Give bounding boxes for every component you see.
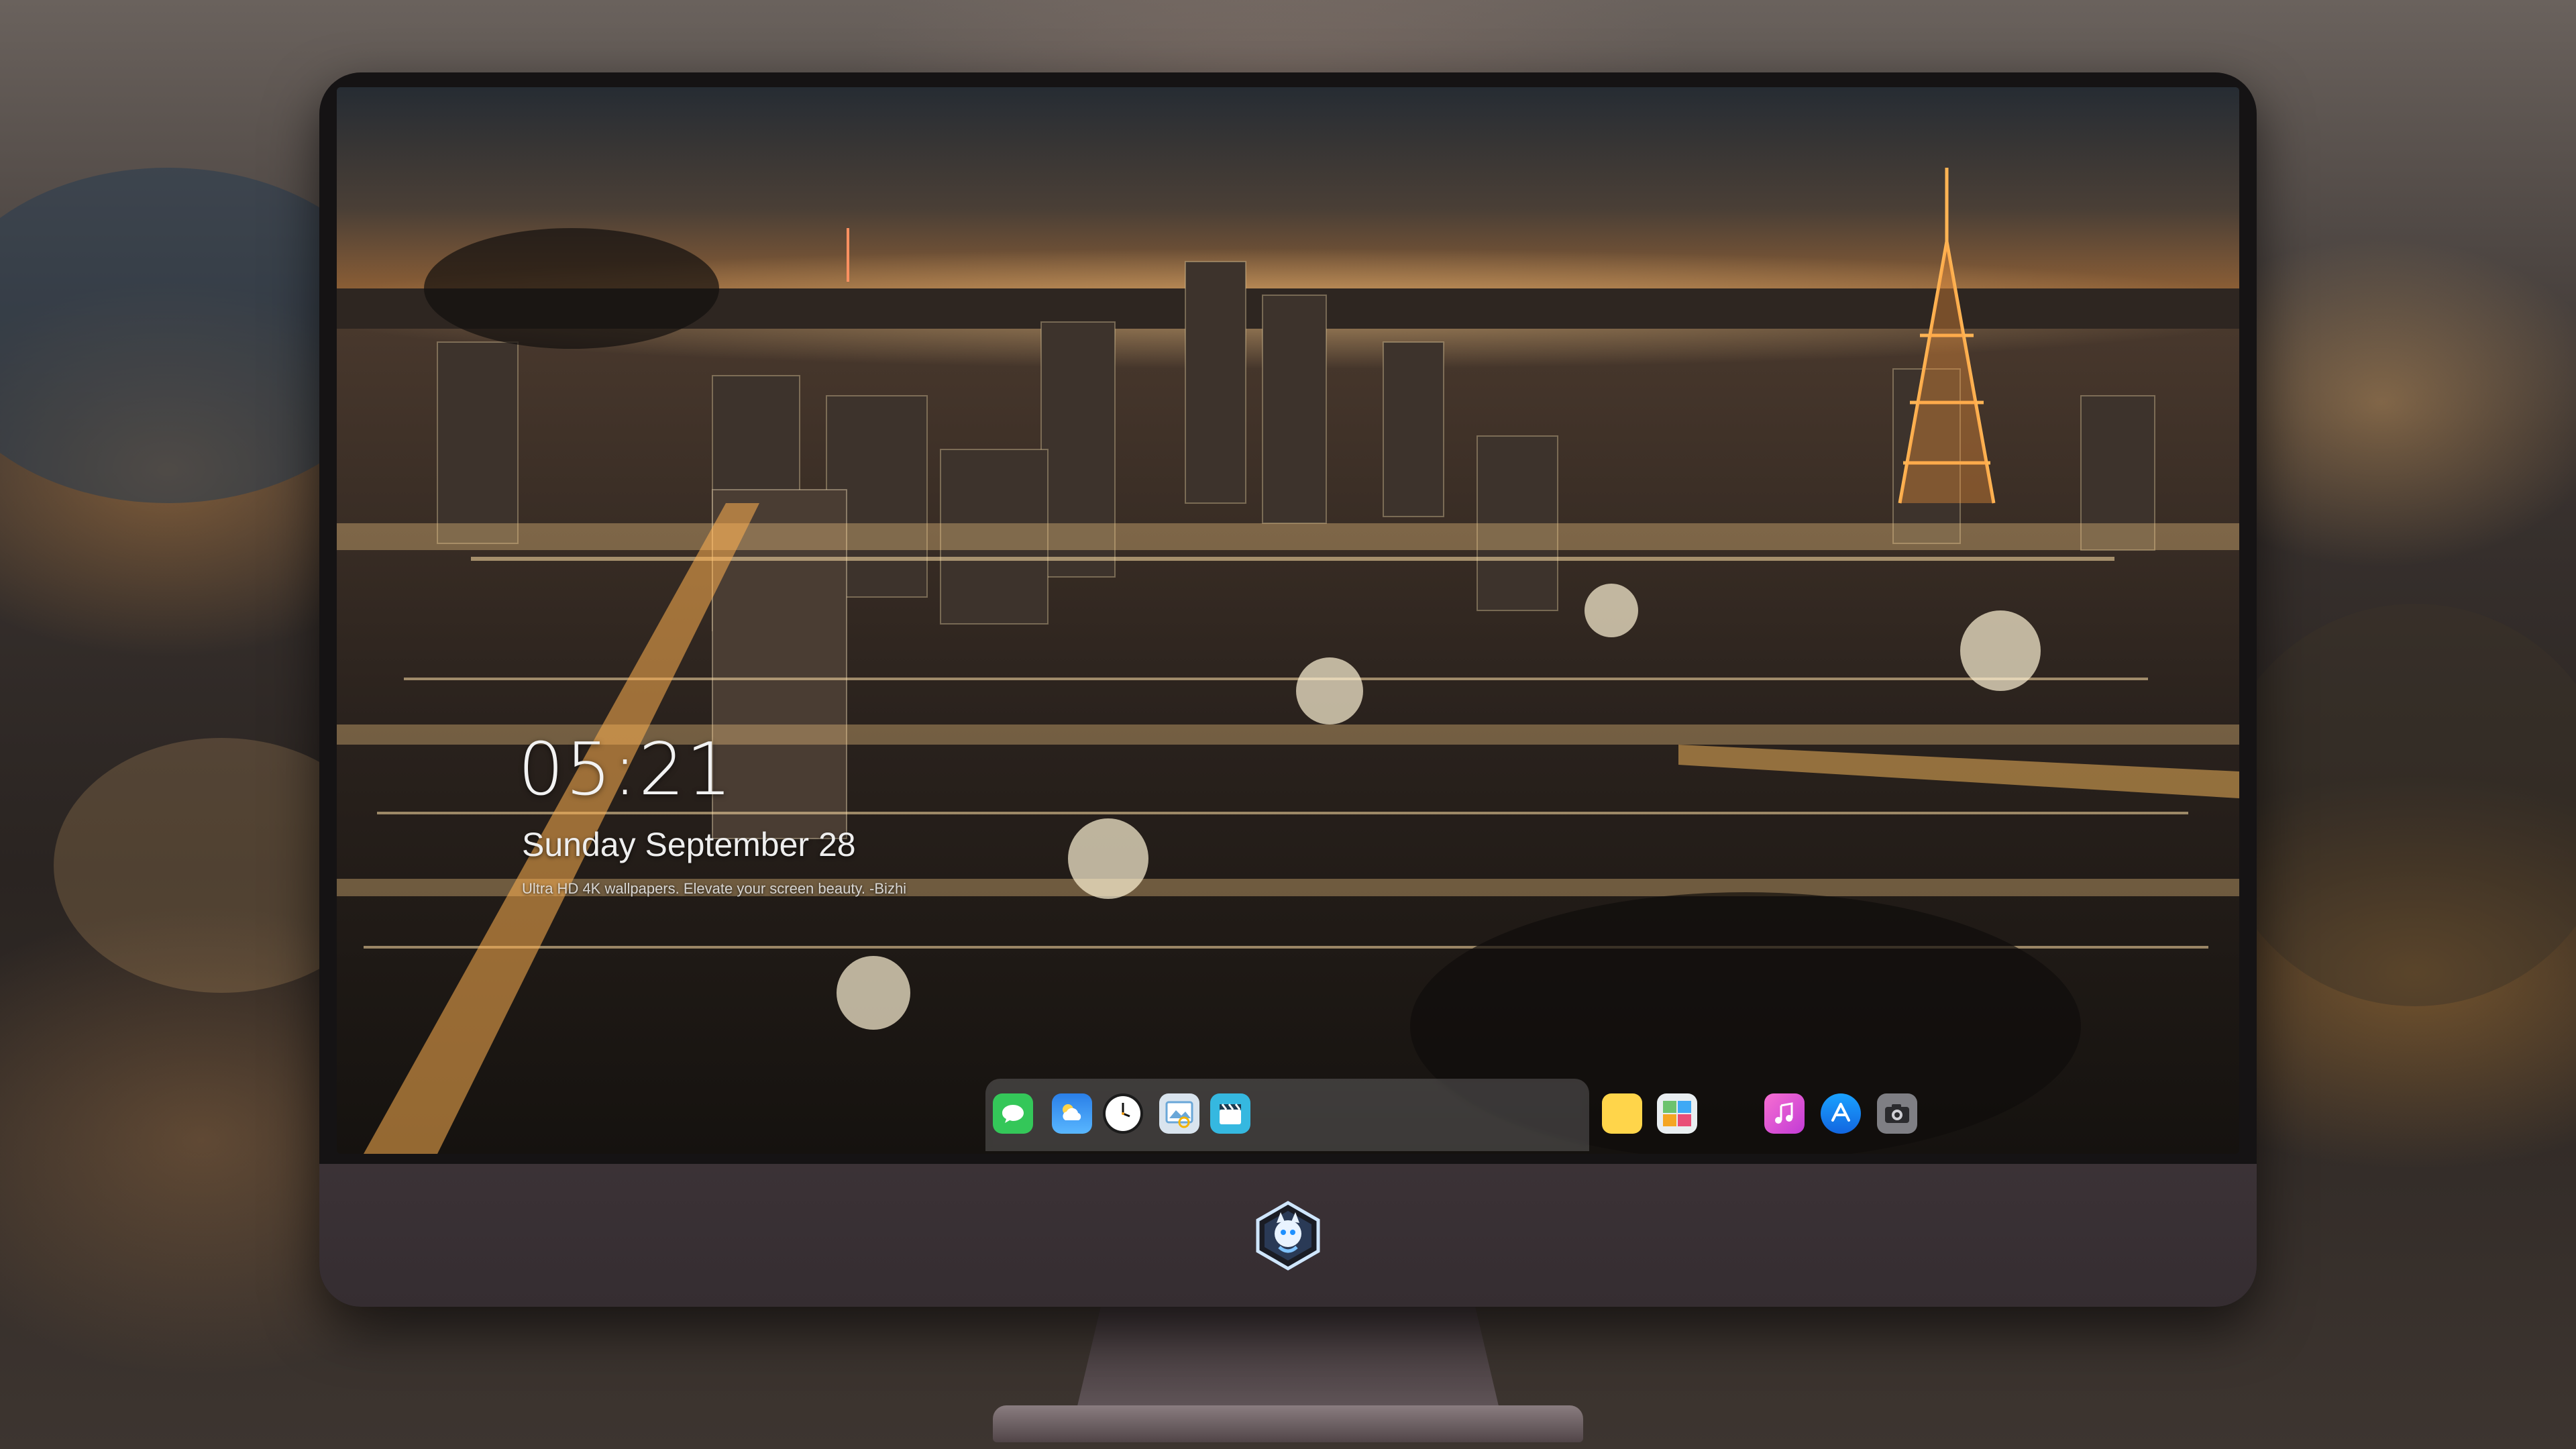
clock-icon[interactable] xyxy=(1103,1093,1143,1134)
clips-icon[interactable] xyxy=(1210,1093,1250,1134)
lock-screen-time: 05:21 xyxy=(518,728,734,812)
camera-icon[interactable] xyxy=(1877,1093,1917,1134)
lock-screen-date: Sunday September 28 xyxy=(522,826,856,863)
preview-icon[interactable] xyxy=(1159,1093,1199,1134)
photo-booth-icon[interactable] xyxy=(1657,1093,1697,1134)
monitor-stand-base xyxy=(993,1405,1583,1442)
brand-logo-icon xyxy=(1252,1200,1324,1271)
app-store-icon[interactable] xyxy=(1821,1093,1861,1134)
itunes-icon[interactable] xyxy=(1764,1093,1805,1134)
lock-screen-quote: Ultra HD 4K wallpapers. Elevate your scr… xyxy=(522,880,907,897)
weather-icon[interactable] xyxy=(1052,1093,1092,1134)
notes-icon[interactable] xyxy=(1602,1093,1642,1134)
messages-icon[interactable] xyxy=(993,1093,1033,1134)
city-night-wallpaper xyxy=(337,87,2239,1154)
desktop-screen: 05:21 Sunday September 28 Ultra HD 4K wa… xyxy=(337,87,2239,1154)
